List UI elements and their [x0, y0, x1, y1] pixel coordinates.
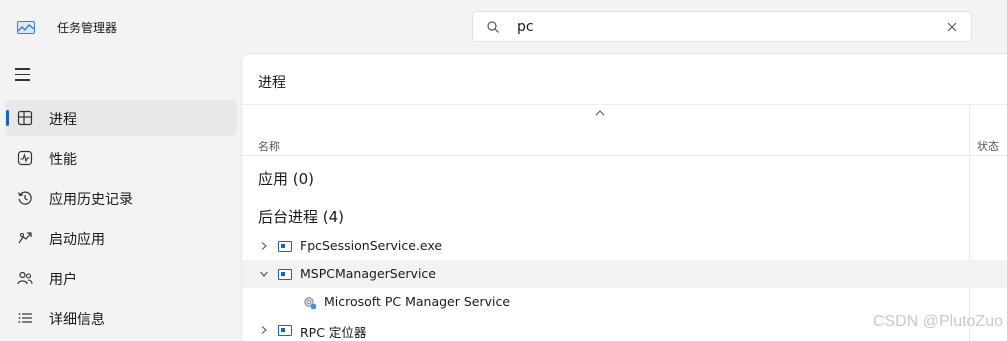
process-icon [278, 269, 292, 280]
sidebar-item-label: 性能 [49, 152, 77, 168]
sidebar-item-processes[interactable]: 进程 [5, 100, 237, 136]
chevron-right-icon[interactable] [259, 241, 269, 251]
history-icon [17, 191, 32, 205]
table-row-child[interactable]: Microsoft PC Manager Service [242, 288, 1007, 316]
process-name: FpcSessionService.exe [300, 238, 443, 253]
search-input[interactable] [517, 18, 917, 36]
performance-icon [17, 150, 33, 166]
search-icon [487, 21, 499, 33]
hamburger-icon[interactable] [15, 68, 33, 82]
watermark: CSDN @PlutoZuo [872, 313, 1003, 330]
sidebar-item-label: 应用历史记录 [49, 192, 133, 208]
process-icon [278, 325, 292, 336]
group-header-apps: 应用 (0) [258, 170, 315, 188]
page-title: 进程 [258, 75, 286, 91]
sidebar-item-users[interactable]: 用户 [5, 260, 237, 296]
column-header-name[interactable]: 名称 [258, 138, 280, 154]
chevron-right-icon[interactable] [259, 325, 269, 335]
active-indicator [6, 110, 9, 126]
sidebar-item-label: 启动应用 [49, 232, 105, 248]
title-bar: 任务管理器 [0, 0, 1007, 52]
processes-icon [17, 110, 33, 126]
startup-icon [18, 232, 32, 244]
sidebar-item-label: 用户 [49, 272, 77, 288]
chevron-down-icon[interactable] [259, 269, 269, 279]
table-row[interactable]: MSPCManagerService [242, 260, 1007, 288]
close-icon[interactable] [945, 20, 959, 34]
sidebar-item-details[interactable]: 详细信息 [5, 300, 237, 336]
sidebar-item-label: 进程 [49, 112, 77, 128]
sidebar-item-startup-apps[interactable]: 启动应用 [5, 220, 237, 256]
task-manager-icon [17, 21, 35, 34]
group-header-background: 后台进程 (4) [258, 208, 345, 226]
sort-ascending-icon[interactable] [594, 109, 606, 117]
sidebar-item-app-history[interactable]: 应用历史记录 [5, 180, 237, 216]
process-name: MSPCManagerService [300, 266, 436, 281]
service-gear-icon [304, 297, 316, 309]
search-box[interactable] [472, 11, 972, 42]
users-icon [17, 271, 33, 285]
process-icon [278, 241, 292, 252]
processes-panel: 进程 名称 状态 应用 (0) 后台进程 (4) FpcSessionServi… [241, 53, 1007, 341]
app-title: 任务管理器 [57, 21, 118, 35]
details-icon [18, 313, 32, 323]
service-name: Microsoft PC Manager Service [324, 294, 511, 309]
divider [242, 155, 1007, 156]
sidebar-item-performance[interactable]: 性能 [5, 140, 237, 176]
process-name: RPC 定位器 [300, 325, 367, 340]
divider [242, 104, 1007, 105]
sidebar-item-label: 详细信息 [49, 312, 105, 328]
column-header-status[interactable]: 状态 [977, 138, 999, 154]
table-row[interactable]: FpcSessionService.exe [242, 232, 1007, 260]
